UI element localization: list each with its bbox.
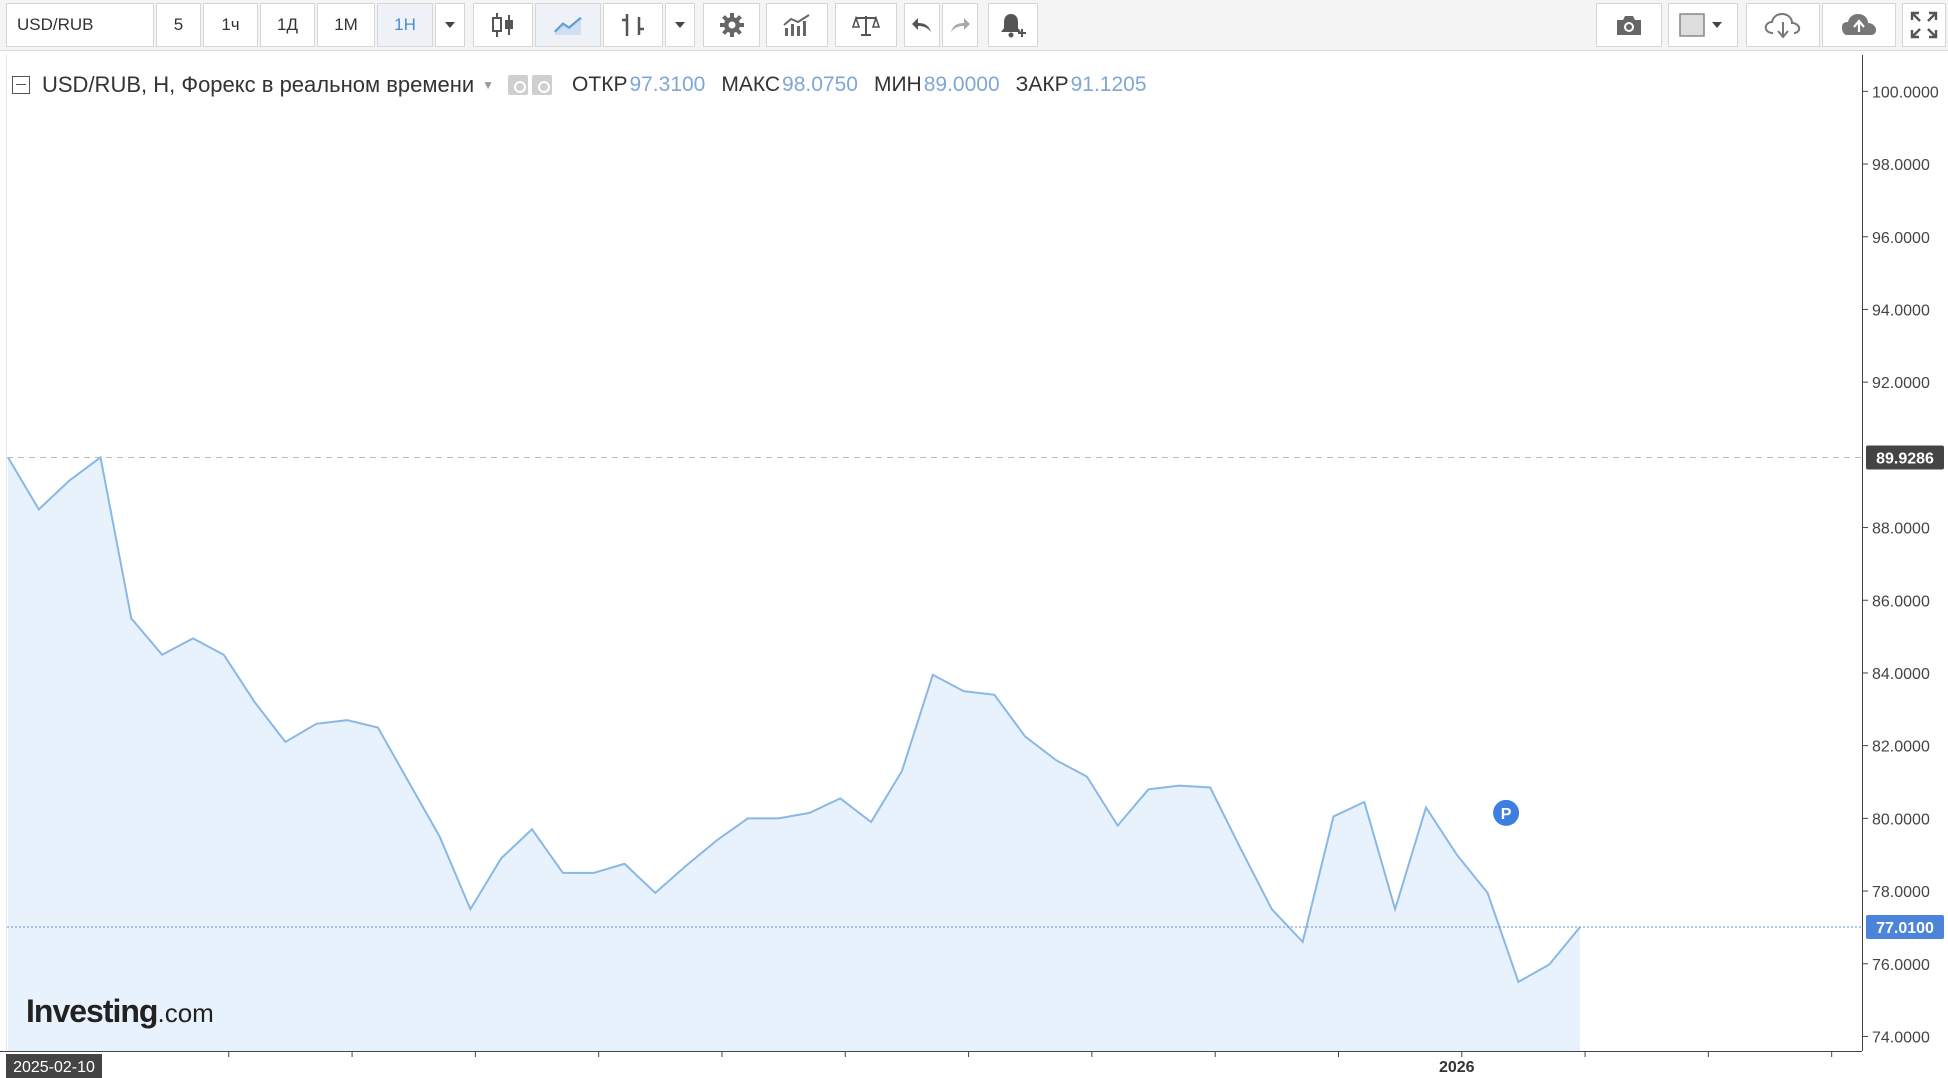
interval-5-button[interactable]: 5 bbox=[156, 3, 201, 47]
candlestick-icon bbox=[492, 13, 513, 37]
bars-button[interactable] bbox=[603, 3, 663, 47]
y-tick-label: 74.0000 bbox=[1872, 1029, 1930, 1046]
redo-button[interactable] bbox=[942, 3, 978, 47]
low-value: 89.0000 bbox=[923, 73, 1000, 96]
interval-1w-button[interactable]: 1Н bbox=[377, 3, 433, 47]
camera-icon bbox=[1617, 16, 1641, 35]
undo-button[interactable] bbox=[904, 3, 940, 47]
y-tick-label: 94.0000 bbox=[1872, 302, 1930, 319]
close-value: 91.1205 bbox=[1070, 73, 1147, 96]
indicators-icon bbox=[783, 14, 810, 36]
price-area bbox=[8, 457, 1581, 1051]
interval-1m-button[interactable]: 1М bbox=[317, 3, 375, 47]
current-price-label: 77.0100 bbox=[1876, 920, 1934, 937]
y-tick-label: 88.0000 bbox=[1872, 521, 1930, 538]
series-title[interactable]: USD/RUB, H, Форекс в реальном времени bbox=[42, 72, 474, 98]
background-color-button[interactable] bbox=[1668, 3, 1738, 47]
start-date-label: 2025-02-10 bbox=[13, 1059, 95, 1076]
redo-icon bbox=[951, 18, 970, 32]
investing-logo: Investing.com bbox=[26, 993, 214, 1029]
ohlc-bars-icon bbox=[622, 14, 644, 36]
alert-button[interactable] bbox=[988, 3, 1038, 47]
series-legend: USD/RUB, H, Форекс в реальном времени ▼ … bbox=[12, 70, 1147, 100]
screenshot-button[interactable] bbox=[1596, 3, 1662, 47]
event-marker-label: P bbox=[1501, 806, 1512, 823]
y-tick-label: 82.0000 bbox=[1872, 739, 1930, 756]
collapse-legend-icon[interactable] bbox=[12, 76, 30, 94]
x-tick-label: 2026 bbox=[1439, 1059, 1475, 1076]
gear-icon bbox=[719, 13, 744, 37]
eye-icon[interactable] bbox=[508, 75, 529, 95]
open-value: 97.3100 bbox=[629, 73, 706, 96]
interval-1d-button[interactable]: 1Д bbox=[260, 3, 315, 47]
gear-icon[interactable] bbox=[532, 75, 553, 95]
close-label: ЗАКР bbox=[1015, 73, 1069, 96]
compare-button[interactable] bbox=[835, 3, 897, 47]
y-tick-label: 92.0000 bbox=[1872, 375, 1930, 392]
price-axis[interactable]: 74.0000 76.0000 78.0000 80.0000 82.0000 84.00… bbox=[1862, 55, 1948, 1051]
color-swatch-icon bbox=[1679, 13, 1722, 37]
y-tick-label: 86.0000 bbox=[1872, 593, 1930, 610]
indicators-button[interactable] bbox=[766, 3, 828, 47]
save-layout-button[interactable] bbox=[1822, 3, 1896, 47]
y-tick-label: 80.0000 bbox=[1872, 811, 1930, 828]
y-tick-label: 96.0000 bbox=[1872, 230, 1930, 247]
price-chart[interactable]: P bbox=[6, 55, 1862, 1051]
y-tick-label: 78.0000 bbox=[1872, 884, 1930, 901]
cloud-download-icon bbox=[1764, 12, 1801, 39]
y-tick-label: 84.0000 bbox=[1872, 666, 1930, 683]
symbol-input[interactable]: USD/RUB bbox=[6, 3, 154, 47]
interval-dropdown-button[interactable] bbox=[435, 3, 465, 47]
interval-1h-button[interactable]: 1ч bbox=[203, 3, 258, 47]
y-tick-label: 98.0000 bbox=[1872, 157, 1930, 174]
chart-type-dropdown-button[interactable] bbox=[665, 3, 695, 47]
chart-app: USD/RUB 5 1ч 1Д 1М 1Н P 74.0000 76.0000 … bbox=[0, 0, 1948, 1078]
time-axis[interactable]: 2025-02-10 2026 bbox=[0, 1051, 1948, 1078]
load-layout-button[interactable] bbox=[1746, 3, 1820, 47]
bell-plus-icon bbox=[1001, 14, 1026, 38]
event-marker: P bbox=[1493, 799, 1520, 826]
low-label: МИН bbox=[873, 73, 922, 96]
fullscreen-button[interactable] bbox=[1902, 3, 1946, 47]
chevron-down-icon bbox=[675, 22, 685, 28]
chevron-down-icon bbox=[445, 22, 455, 28]
fullscreen-icon bbox=[1910, 11, 1938, 39]
settings-button[interactable] bbox=[703, 3, 760, 47]
undo-icon bbox=[912, 18, 931, 32]
candles-button[interactable] bbox=[473, 3, 533, 47]
open-label: ОТКР bbox=[572, 73, 628, 96]
toolbar: USD/RUB 5 1ч 1Д 1М 1Н bbox=[0, 0, 1948, 51]
y-tick-label: 100.0000 bbox=[1872, 84, 1939, 101]
scales-icon bbox=[852, 15, 880, 36]
high-label: МАКС bbox=[721, 73, 781, 96]
high-value: 98.0750 bbox=[782, 73, 858, 96]
reference-price-label: 89.9286 bbox=[1876, 450, 1934, 467]
line-chart-button[interactable] bbox=[535, 3, 601, 47]
caret-down-icon[interactable]: ▼ bbox=[482, 78, 494, 92]
cloud-upload-icon bbox=[1842, 14, 1876, 35]
area-line-icon bbox=[554, 17, 582, 35]
y-tick-label: 76.0000 bbox=[1872, 957, 1930, 974]
